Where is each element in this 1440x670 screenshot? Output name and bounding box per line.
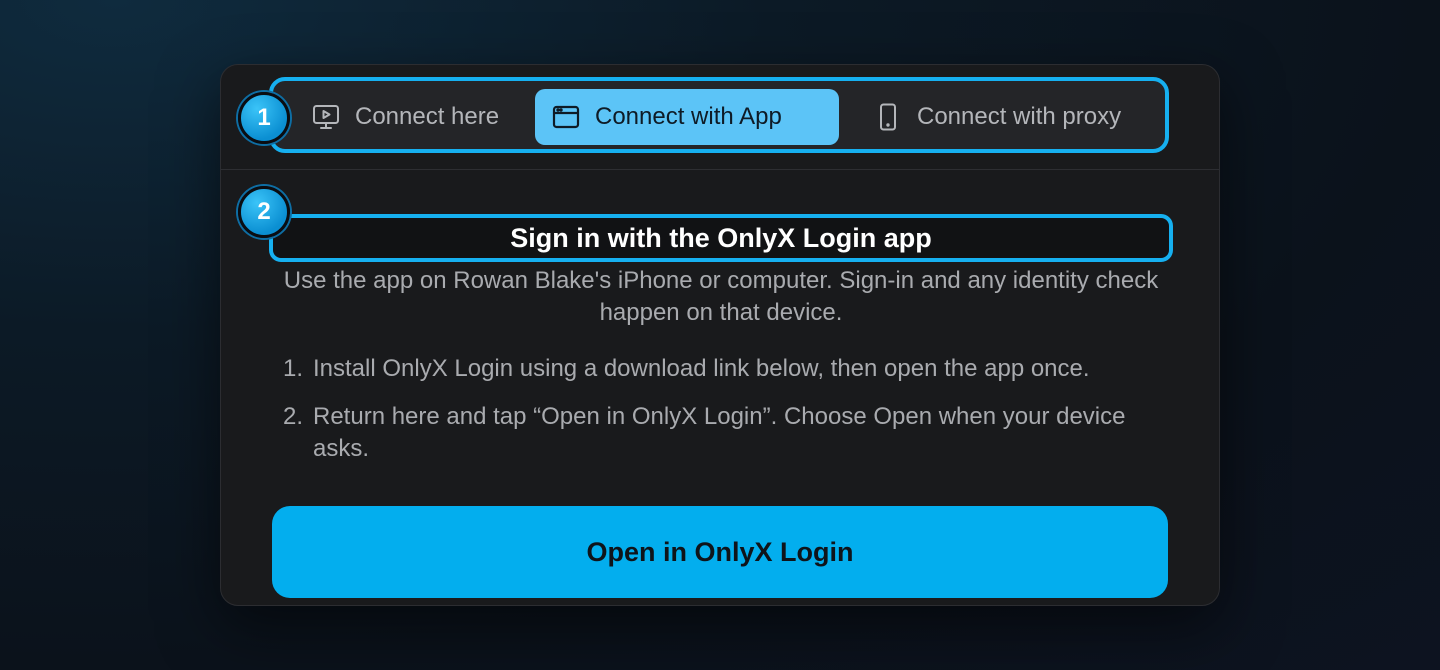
step-number: 2. (283, 403, 304, 430)
tab-connect-with-proxy[interactable]: Connect with proxy (857, 89, 1157, 145)
open-in-app-button[interactable]: Open in OnlyX Login (272, 506, 1168, 598)
step-badge-2: 2 (238, 186, 290, 238)
tab-connect-with-app-label: Connect with App (595, 103, 782, 130)
tab-header: Connect here Connect with App Connect wi… (221, 65, 1219, 170)
step-badge-1: 1 (238, 92, 290, 144)
page-title: Sign in with the OnlyX Login app (510, 222, 932, 253)
monitor-play-icon (313, 105, 339, 129)
step-number: 1. (283, 355, 304, 382)
tab-connect-here[interactable]: Connect here (295, 89, 525, 145)
subtitle: Use the app on Rowan Blake's iPhone or c… (283, 267, 1159, 326)
step-text: Return here and tap “Open in OnlyX Login… (313, 403, 1126, 462)
connect-dialog: Connect here Connect with App Connect wi… (220, 64, 1220, 606)
tab-connect-with-proxy-label: Connect with proxy (917, 103, 1122, 130)
app-window-icon (552, 105, 580, 129)
tab-connect-here-label: Connect here (355, 103, 500, 130)
instruction-steps: 1. Install OnlyX Login using a download … (283, 353, 1163, 481)
list-item: 1. Install OnlyX Login using a download … (283, 353, 1163, 385)
list-item: 2. Return here and tap “Open in OnlyX Lo… (283, 401, 1163, 465)
phone-icon (880, 103, 896, 131)
step-text: Install OnlyX Login using a download lin… (313, 355, 1090, 382)
connection-tabbar: Connect here Connect with App Connect wi… (269, 77, 1169, 153)
tab-connect-with-app[interactable]: Connect with App (535, 89, 839, 145)
title-highlight: Sign in with the OnlyX Login app (269, 214, 1173, 262)
